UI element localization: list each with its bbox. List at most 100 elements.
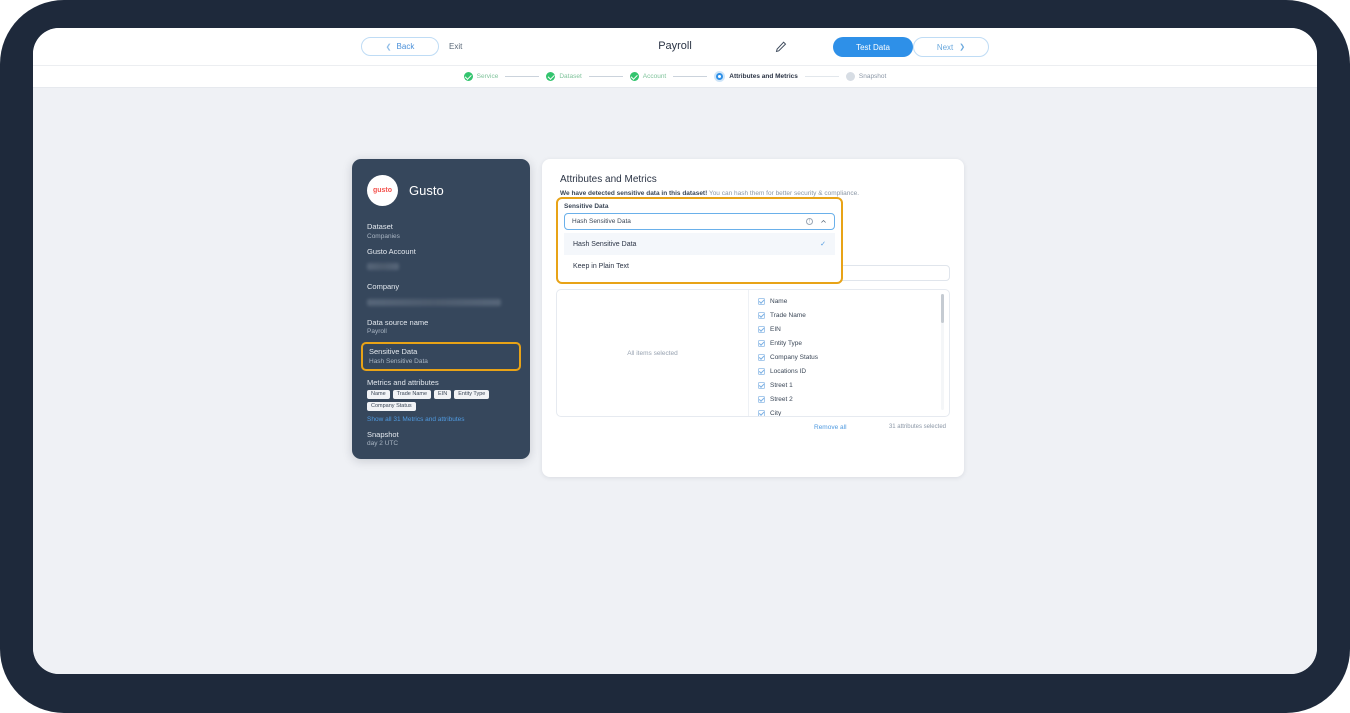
checkbox-checked-icon[interactable] xyxy=(758,311,765,319)
list-item[interactable]: Street 1 xyxy=(758,378,949,392)
step-connector xyxy=(804,76,839,77)
checkbox-checked-icon[interactable] xyxy=(758,297,765,305)
wizard-stepper: Service Dataset Account Attributes and M… xyxy=(33,66,1317,88)
option-hash-sensitive-data[interactable]: Hash Sensitive Data ✓ xyxy=(564,233,835,255)
chevron-up-icon[interactable] xyxy=(820,218,827,225)
sensitive-data-label: Sensitive Data xyxy=(564,203,609,210)
step-label: Service xyxy=(476,73,499,80)
field-label: Company xyxy=(367,282,400,291)
redacted-value xyxy=(367,298,501,306)
checkbox-checked-icon[interactable] xyxy=(758,409,765,416)
sensitive-data-select[interactable]: Hash Sensitive Data ! xyxy=(564,213,835,230)
sidebar-field-data-source-name: Data source name Payroll xyxy=(367,318,515,336)
sidebar-field-sensitive-data-highlight: Sensitive Data Hash Sensitive Data xyxy=(361,342,521,371)
field-value: day 2 UTC xyxy=(367,440,399,447)
sensitive-data-highlight-box: Sensitive Data Hash Sensitive Data ! Has… xyxy=(556,197,843,284)
checkbox-checked-icon[interactable] xyxy=(758,325,765,333)
step-connector xyxy=(505,76,540,77)
test-data-label: Test Data xyxy=(856,42,890,52)
step-label: Attributes and Metrics xyxy=(729,73,798,80)
step-snapshot[interactable]: Snapshot xyxy=(845,72,886,81)
device-frame: ❮ Back Exit Payroll Test Data Next ❯ Ser… xyxy=(0,0,1350,713)
field-label: Snapshot xyxy=(367,429,399,439)
checkbox-checked-icon[interactable] xyxy=(758,395,765,403)
chevron-right-icon: ❯ xyxy=(959,44,966,51)
attribute-label: EIN xyxy=(770,325,781,333)
checkbox-checked-icon[interactable] xyxy=(758,353,765,361)
field-value: Hash Sensitive Data xyxy=(369,357,428,365)
next-button[interactable]: Next ❯ xyxy=(913,37,989,57)
list-item[interactable]: City xyxy=(758,406,949,416)
redacted-value xyxy=(367,263,399,270)
sensitive-data-options-menu: Hash Sensitive Data ✓ Keep in Plain Text xyxy=(564,233,835,277)
metric-chip: EIN xyxy=(434,389,452,399)
sidebar-field-metrics-and-attributes: Metrics and attributes Name Trade Name E… xyxy=(367,378,515,423)
active-circle-icon xyxy=(714,71,726,82)
pending-circle-icon xyxy=(845,72,855,81)
list-item[interactable]: Company Status xyxy=(758,350,949,364)
attribute-label: Trade Name xyxy=(770,311,806,319)
selected-count-label: 31 attributes selected xyxy=(888,424,946,430)
field-label: Sensitive Data xyxy=(369,347,418,356)
step-label: Account xyxy=(642,73,667,80)
attribute-label: Street 2 xyxy=(770,395,793,403)
option-label: Keep in Plain Text xyxy=(573,262,629,270)
remove-all-link[interactable]: Remove all xyxy=(814,424,847,431)
metric-chip: Trade Name xyxy=(392,389,432,399)
step-attributes-and-metrics[interactable]: Attributes and Metrics xyxy=(714,71,798,82)
check-circle-icon xyxy=(629,72,639,81)
top-bar: ❮ Back Exit Payroll Test Data Next ❯ xyxy=(33,28,1317,66)
metric-chip: Name xyxy=(367,389,390,399)
test-data-button[interactable]: Test Data xyxy=(833,37,913,57)
pencil-icon[interactable] xyxy=(775,41,787,53)
step-connector xyxy=(673,76,708,77)
panel-title: Attributes and Metrics xyxy=(560,174,657,185)
step-connector xyxy=(588,76,623,77)
option-keep-in-plain-text[interactable]: Keep in Plain Text xyxy=(564,255,835,277)
list-item[interactable]: Name xyxy=(758,294,949,308)
list-item[interactable]: Street 2 xyxy=(758,392,949,406)
gusto-logo-icon: gusto xyxy=(367,175,398,206)
check-icon: ✓ xyxy=(820,241,826,248)
field-label: Gusto Account xyxy=(367,246,416,256)
checkbox-checked-icon[interactable] xyxy=(758,381,765,389)
attribute-label: City xyxy=(770,409,782,417)
all-items-selected-message: All items selected xyxy=(557,290,749,416)
device-screen: ❮ Back Exit Payroll Test Data Next ❯ Ser… xyxy=(33,28,1317,674)
step-dataset[interactable]: Dataset xyxy=(546,72,582,81)
dual-list-footer: Remove all 31 attributes selected xyxy=(556,417,950,437)
sensitive-data-selected-value: Hash Sensitive Data xyxy=(572,218,631,225)
content-area: gusto Gusto Dataset Companies Gusto Acco… xyxy=(33,88,1317,674)
list-item[interactable]: EIN xyxy=(758,322,949,336)
checkbox-checked-icon[interactable] xyxy=(758,367,765,375)
step-account[interactable]: Account xyxy=(629,72,667,81)
attribute-label: Name xyxy=(770,297,788,305)
info-icon[interactable]: ! xyxy=(806,218,813,225)
field-label: Data source name xyxy=(367,317,429,327)
list-item[interactable]: Locations ID xyxy=(758,364,949,378)
check-circle-icon xyxy=(463,72,473,81)
list-item[interactable]: Trade Name xyxy=(758,308,949,322)
attribute-label: Entity Type xyxy=(770,339,803,347)
attribute-label: Company Status xyxy=(770,353,819,361)
list-item[interactable]: Entity Type xyxy=(758,336,949,350)
attribute-label: Locations ID xyxy=(770,367,807,375)
attribute-label: Street 1 xyxy=(770,381,793,389)
sidebar-field-company: Company xyxy=(367,282,515,311)
panel-subtitle-bold: We have detected sensitive data in this … xyxy=(560,190,708,197)
metric-chip-list: Name Trade Name EIN Entity Type Company … xyxy=(367,389,515,411)
attributes-dual-list: All items selected Name Trade Name EIN E… xyxy=(556,289,950,417)
step-service[interactable]: Service xyxy=(463,72,499,81)
brand-name: Gusto xyxy=(409,183,444,198)
check-circle-icon xyxy=(546,72,556,81)
checkbox-checked-icon[interactable] xyxy=(758,339,765,347)
scrollbar-thumb[interactable] xyxy=(941,294,944,323)
selected-attributes-list[interactable]: Name Trade Name EIN Entity Type Company … xyxy=(749,290,949,416)
metric-chip: Entity Type xyxy=(454,389,490,399)
show-all-metrics-link[interactable]: Show all 31 Metrics and attributes xyxy=(367,416,515,423)
sidebar-field-gusto-account: Gusto Account xyxy=(367,247,515,276)
next-button-label: Next xyxy=(936,42,954,52)
summary-sidebar-card: gusto Gusto Dataset Companies Gusto Acco… xyxy=(352,159,530,459)
step-label: Dataset xyxy=(559,73,582,80)
option-label: Hash Sensitive Data xyxy=(573,240,637,248)
